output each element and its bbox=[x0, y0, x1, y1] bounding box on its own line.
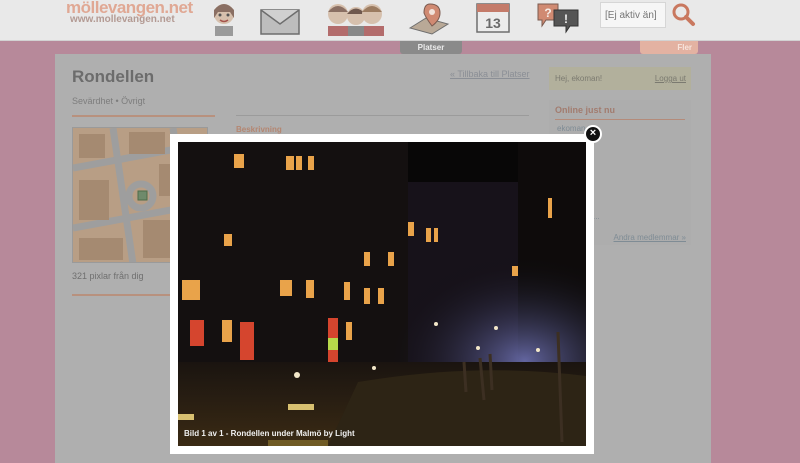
tab-platser[interactable]: Platser bbox=[400, 41, 462, 54]
site-header: möllevangen.net www.mollevangen.net 13 ?… bbox=[0, 0, 800, 41]
site-logo[interactable]: möllevangen.net www.mollevangen.net bbox=[66, 0, 196, 30]
calendar-icon[interactable]: 13 bbox=[474, 0, 512, 36]
place-category: Sevärdhet • Övrigt bbox=[72, 96, 146, 106]
map-pin-icon[interactable] bbox=[406, 0, 454, 36]
girl-icon[interactable] bbox=[202, 0, 246, 36]
close-icon[interactable]: × bbox=[584, 125, 602, 143]
divider bbox=[236, 115, 529, 116]
online-user-link[interactable]: ekoman bbox=[557, 124, 585, 133]
back-link[interactable]: « Tillbaka till Platser bbox=[450, 69, 530, 79]
online-title: Online just nu bbox=[555, 105, 615, 115]
divider bbox=[72, 294, 172, 296]
svg-text:13: 13 bbox=[485, 15, 501, 31]
user-greeting-box: Hej, ekoman! Logga ut bbox=[549, 67, 691, 90]
envelope-icon[interactable] bbox=[258, 0, 302, 36]
image-lightbox: Bild 1 av 1 - Rondellen under Malmö by L… bbox=[170, 134, 594, 454]
description-heading: Beskrivning bbox=[236, 125, 282, 134]
greeting-text: Hej, ekoman! bbox=[555, 74, 603, 83]
svg-text:!: ! bbox=[564, 12, 568, 26]
search-icon[interactable] bbox=[668, 0, 698, 28]
distance-text: 321 pixlar från dig bbox=[72, 271, 144, 281]
help-icon[interactable]: ? ! bbox=[536, 0, 580, 36]
other-members-link[interactable]: Andra medlemmar » bbox=[614, 233, 686, 242]
online-user-link[interactable]: ... bbox=[593, 212, 600, 221]
search-input[interactable] bbox=[600, 2, 666, 28]
people-icon[interactable] bbox=[322, 0, 386, 36]
divider bbox=[72, 115, 215, 117]
logo-url: www.mollevangen.net bbox=[70, 14, 175, 25]
page-title: Rondellen bbox=[72, 67, 155, 86]
divider bbox=[555, 119, 685, 120]
svg-text:?: ? bbox=[544, 6, 551, 20]
lightbox-caption: Bild 1 av 1 - Rondellen under Malmö by L… bbox=[184, 429, 355, 438]
tab-fler[interactable]: Fler bbox=[640, 41, 698, 54]
lightbox-photo[interactable]: Bild 1 av 1 - Rondellen under Malmö by L… bbox=[178, 142, 586, 446]
logout-link[interactable]: Logga ut bbox=[655, 74, 686, 83]
